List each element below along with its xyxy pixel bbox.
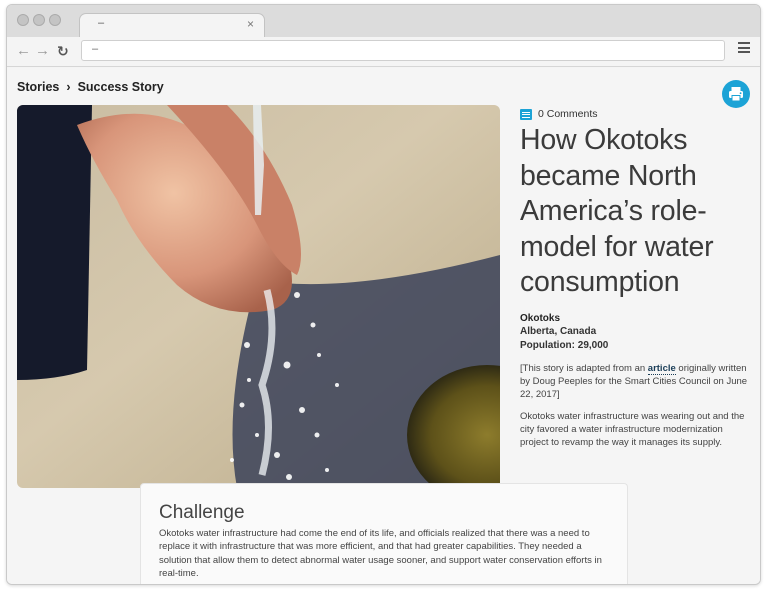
population: Population: 29,000	[520, 339, 609, 351]
breadcrumb-stories-link[interactable]: Stories	[17, 80, 59, 94]
location-info: Okotoks Alberta, Canada Population: 29,0…	[520, 312, 752, 353]
source-note-text: [This story is adapted from an	[520, 363, 648, 374]
hero-image	[17, 105, 500, 488]
printer-icon	[729, 87, 743, 102]
article-summary: 0 Comments How Okotoks became North Amer…	[520, 108, 752, 449]
hamburger-menu-icon[interactable]	[738, 42, 750, 53]
zoom-window-button[interactable]	[49, 14, 61, 26]
browser-toolbar: ← → ↻ –	[7, 37, 760, 67]
browser-tab[interactable]: – ×	[79, 13, 265, 38]
challenge-heading: Challenge	[159, 502, 245, 523]
breadcrumb: Stories › Success Story	[17, 80, 164, 94]
challenge-body: Okotoks water infrastructure had come th…	[159, 528, 602, 579]
challenge-card: Challenge Okotoks water infrastructure h…	[140, 483, 628, 584]
page-content: Stories › Success Story 0 Comments How O…	[7, 68, 760, 584]
source-note: [This story is adapted from an article o…	[520, 362, 752, 401]
comments-link[interactable]: 0 Comments	[520, 108, 752, 120]
tab-close-icon[interactable]: ×	[247, 17, 254, 31]
region-name: Alberta, Canada	[520, 326, 597, 337]
close-window-button[interactable]	[17, 14, 29, 26]
forward-arrow-icon[interactable]: →	[35, 42, 50, 60]
breadcrumb-current: Success Story	[77, 80, 164, 94]
print-button[interactable]	[722, 80, 750, 108]
intro-paragraph: Okotoks water infrastructure was wearing…	[520, 411, 745, 448]
tab-title: –	[98, 17, 105, 29]
water-hands-photo	[17, 105, 500, 488]
source-article-link[interactable]: article	[647, 363, 676, 375]
minimize-window-button[interactable]	[33, 14, 45, 26]
address-bar[interactable]: –	[81, 40, 725, 61]
reload-icon[interactable]: ↻	[57, 42, 69, 60]
comments-count: 0 Comments	[538, 108, 598, 120]
city-name: Okotoks	[520, 312, 561, 324]
back-arrow-icon[interactable]: ←	[16, 42, 31, 60]
chevron-right-icon: ›	[66, 80, 71, 94]
tab-bar: – ×	[7, 5, 760, 38]
article-title: How Okotoks became North America’s role-…	[520, 124, 714, 298]
comment-icon	[520, 108, 532, 120]
browser-window: – × ← → ↻ – Stories › Success Story 0 Co…	[6, 4, 761, 585]
url-text: –	[92, 43, 99, 55]
